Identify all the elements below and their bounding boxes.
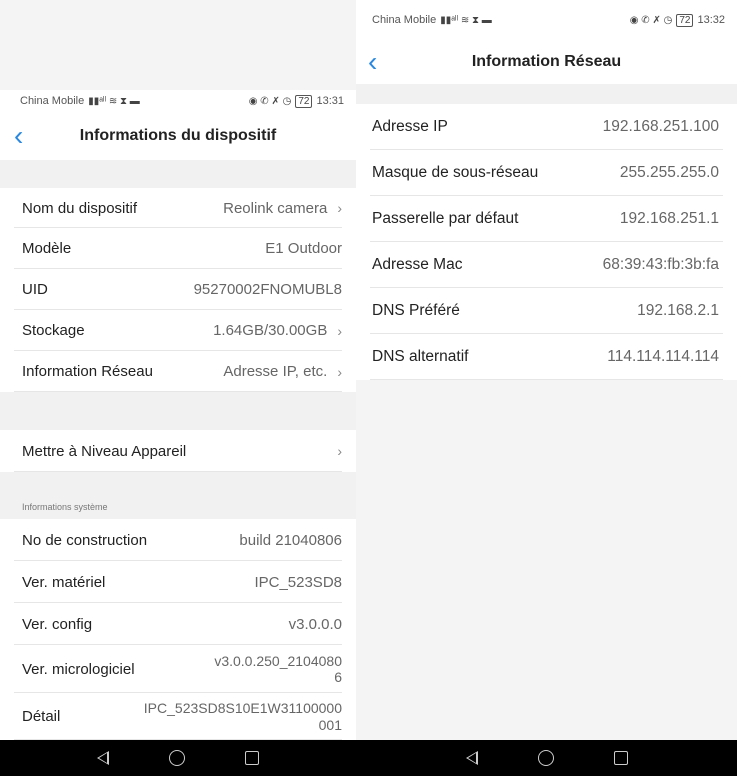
row-value: IPC_523SD8 — [254, 573, 342, 591]
row-label: Ver. matériel — [22, 573, 106, 591]
row-label: No de construction — [22, 531, 148, 549]
battery-icon: 72 — [295, 94, 313, 108]
row-ip-address: Adresse IP 192.168.251.100 — [356, 104, 737, 150]
system-nav-bar — [0, 740, 356, 776]
row-value: Adresse IP, etc. — [223, 363, 328, 380]
row-value: build 21040806 — [239, 531, 342, 549]
page-title: Informations du dispositif — [79, 127, 277, 144]
row-hardware-version: Ver. matériel IPC_523SD8 — [0, 561, 356, 603]
row-label: Ver. micrologiciel — [22, 660, 135, 678]
divider — [356, 84, 737, 104]
row-label: Passerelle par défaut — [372, 210, 519, 227]
back-arrow-icon[interactable]: ‹ — [368, 48, 377, 76]
row-value: 192.168.251.1 — [619, 210, 719, 227]
row-firmware-version: Ver. micrologiciel v3.0.0.250_2104080 6 — [0, 645, 356, 693]
network-info-screen: China Mobile ▮▮ᵃˡˡ ≋ ⧗ ▬ ◉ ✆ ✗ ◷ 72 13:3… — [356, 0, 737, 776]
row-label: Masque de sous-réseau — [372, 164, 539, 181]
chevron-right-icon: › — [337, 322, 342, 339]
row-model: Modèle E1 Outdoor — [0, 228, 356, 269]
nav-recents-icon[interactable] — [245, 751, 259, 765]
row-label: Détail — [22, 708, 61, 725]
row-value: v3.0.0.250_2104080 6 — [214, 652, 342, 685]
row-uid: UID 95270002FNOMUBL8 — [0, 269, 356, 310]
signal-icon: ▮▮ᵃˡˡ ≋ ⧗ ▬ — [440, 14, 492, 26]
row-default-gateway: Passerelle par défaut 192.168.251.1 — [356, 196, 737, 242]
row-label: DNS alternatif — [372, 348, 469, 365]
battery-icon: 72 — [676, 13, 694, 27]
row-label: UID — [22, 281, 48, 298]
row-value: 1.64GB/30.00GB — [213, 322, 328, 339]
row-label: Nom du dispositif — [22, 199, 138, 217]
nav-back-icon[interactable] — [465, 751, 478, 765]
row-value: E1 Outdoor — [265, 240, 342, 257]
device-info-screen: China Mobile ▮▮ᵃˡˡ ≋ ⧗ ▬ ◉ ✆ ✗ ◷ 72 13:3… — [0, 0, 356, 776]
row-label: Ver. config — [22, 615, 93, 633]
row-preferred-dns: DNS Préféré 192.168.2.1 — [356, 288, 737, 334]
row-label: DNS Préféré — [372, 302, 460, 319]
nav-home-icon[interactable] — [537, 750, 554, 766]
row-label: Adresse Mac — [372, 256, 463, 273]
page-title: Information Réseau — [471, 53, 622, 70]
row-label: Modèle — [22, 240, 72, 257]
row-label: Mettre à Niveau Appareil — [22, 442, 187, 460]
nav-recents-icon[interactable] — [613, 751, 628, 765]
status-bar: China Mobile ▮▮ᵃˡˡ ≋ ⧗ ▬ ◉ ✆ ✗ ◷ 72 13:3… — [0, 90, 356, 112]
nav-home-icon[interactable] — [169, 750, 185, 766]
row-value: 255.255.255.0 — [619, 164, 719, 181]
status-bar: China Mobile ▮▮ᵃˡˡ ≋ ⧗ ▬ ◉ ✆ ✗ ◷ 72 13:3… — [356, 0, 737, 40]
row-value: 192.168.251.100 — [602, 118, 719, 135]
row-build: No de construction build 21040806 — [0, 519, 356, 561]
row-storage[interactable]: Stockage 1.64GB/30.00GB › — [0, 310, 356, 351]
row-mac-address: Adresse Mac 68:39:43:fb:3b:fa — [356, 242, 737, 288]
row-upgrade-device[interactable]: Mettre à Niveau Appareil › — [0, 430, 356, 472]
row-device-name[interactable]: Nom du dispositif Reolink camera › — [0, 188, 356, 228]
status-icons: ◉ ✆ ✗ ◷ — [629, 14, 673, 26]
status-icons: ◉ ✆ ✗ ◷ — [248, 95, 292, 107]
row-label: Information Réseau — [22, 363, 153, 380]
row-value: 68:39:43:fb:3b:fa — [602, 256, 719, 273]
header: ‹ Informations du dispositif — [0, 112, 356, 160]
row-config-version: Ver. config v3.0.0.0 — [0, 603, 356, 645]
carrier-label: China Mobile — [20, 95, 85, 107]
divider — [0, 392, 356, 430]
row-network-info[interactable]: Information Réseau Adresse IP, etc. › — [0, 351, 356, 392]
row-label: Stockage — [22, 322, 85, 339]
signal-icon: ▮▮ᵃˡˡ ≋ ⧗ ▬ — [88, 95, 140, 107]
row-value: 192.168.2.1 — [637, 302, 719, 319]
clock: 13:31 — [316, 95, 344, 107]
nav-back-icon[interactable] — [97, 751, 109, 765]
chevron-right-icon: › — [337, 443, 342, 459]
system-nav-bar — [356, 740, 737, 776]
row-value: IPC_523SD8S10E1W31100000 001 — [143, 700, 342, 733]
chevron-right-icon: › — [337, 200, 342, 216]
header: ‹ Information Réseau — [356, 40, 737, 84]
row-value: 95270002FNOMUBL8 — [193, 281, 342, 298]
carrier-label: China Mobile — [372, 14, 437, 26]
row-value: v3.0.0.0 — [288, 615, 342, 633]
back-arrow-icon[interactable]: ‹ — [14, 122, 23, 150]
row-subnet-mask: Masque de sous-réseau 255.255.255.0 — [356, 150, 737, 196]
row-alternate-dns: DNS alternatif 114.114.114.114 — [356, 334, 737, 380]
row-value: 114.114.114.114 — [607, 348, 719, 365]
clock: 13:32 — [697, 14, 725, 26]
chevron-right-icon: › — [337, 363, 342, 380]
section-label-system: Informations système — [22, 502, 108, 512]
divider — [0, 160, 356, 188]
row-value: Reolink camera — [223, 199, 328, 217]
row-detail: Détail IPC_523SD8S10E1W31100000 001 — [0, 693, 356, 740]
row-label: Adresse IP — [372, 118, 448, 135]
